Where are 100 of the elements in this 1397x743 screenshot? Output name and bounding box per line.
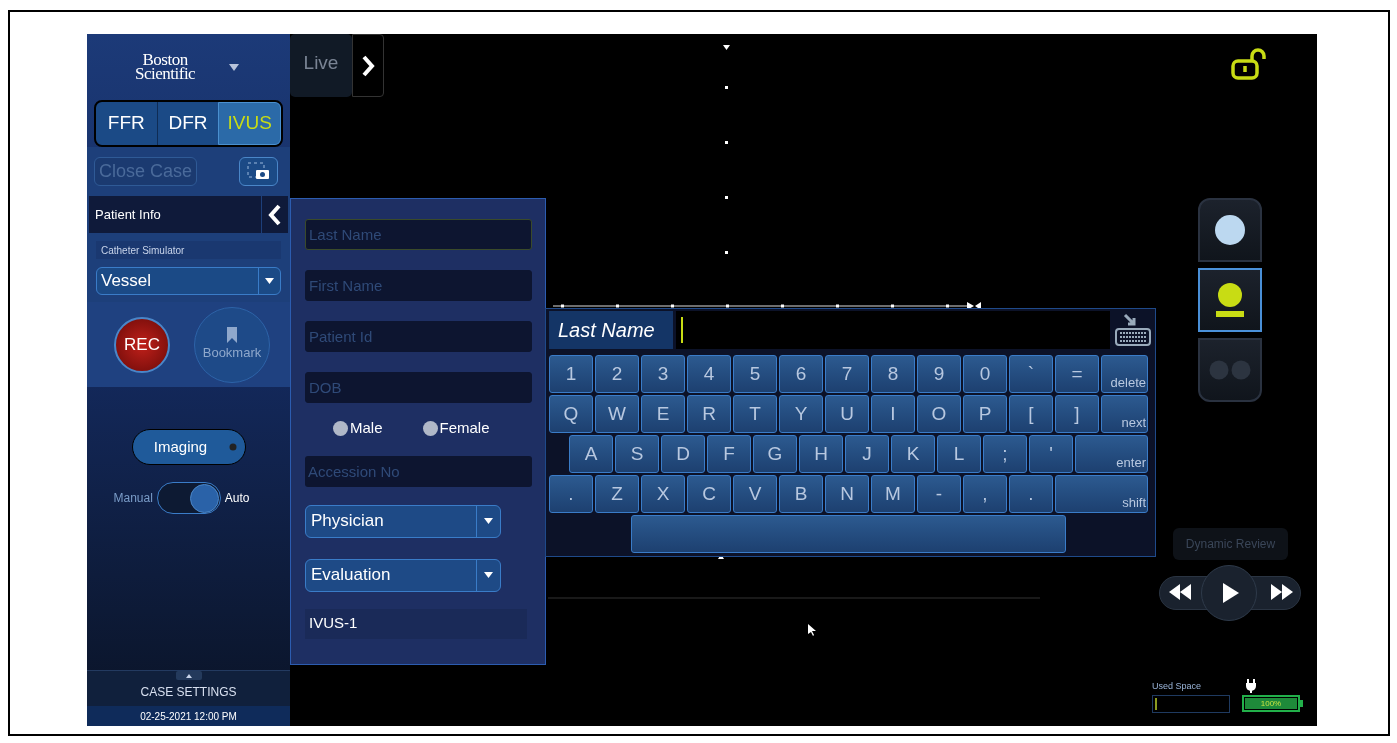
keyboard-key[interactable]: J [845,435,889,473]
field-label: Catheter Simulator [96,241,281,259]
rewind-button[interactable] [1169,584,1191,600]
dropdown[interactable]: Physician [305,504,501,538]
chevron-left-icon [268,203,282,226]
indicator-icon [229,443,238,451]
keyboard-key[interactable]: 8 [871,355,915,393]
collapse-button[interactable] [261,196,288,233]
keyboard-key[interactable]: F [707,435,751,473]
view-mode-button[interactable] [1198,198,1262,262]
mouse-pointer-icon [808,624,816,636]
keyboard-key[interactable]: S [615,435,659,473]
date-time: 02-25-2021 12:00 PM [87,706,290,726]
dropdown[interactable]: Evaluation [305,558,501,592]
keyboard-key[interactable]: Q [549,395,593,433]
keyboard-key[interactable]: A [569,435,613,473]
screenshot-button[interactable] [239,156,278,186]
keyboard-key[interactable]: C [687,475,731,513]
keyboard-key[interactable]: 0 [963,355,1007,393]
keyboard-key[interactable]: G [753,435,797,473]
keyboard-key[interactable]: 7 [825,355,869,393]
keyboard-key[interactable]: , [963,475,1007,513]
radio-option[interactable]: Female [422,417,490,440]
next-button[interactable] [352,34,384,97]
keyboard-key[interactable]: R [687,395,731,433]
catheter-dropdown[interactable]: Vessel [96,267,281,295]
mode-tab[interactable]: FFR [96,102,157,145]
brand-logo: Boston Scientific [135,53,196,81]
camera-icon [246,162,271,180]
dropdown-caret-icon[interactable] [229,63,240,71]
switch-label: Manual [113,490,153,507]
storage-label: Used Space [1152,680,1203,693]
switch-label: Auto [224,490,250,507]
keyboard-key[interactable]: . [1009,475,1053,513]
keyboard-key[interactable]: ; [983,435,1027,473]
live-tab[interactable]: Live [290,34,352,97]
keyboard-key[interactable]: V [733,475,777,513]
text-input-field[interactable]: First Name [305,270,532,301]
keyboard-key[interactable]: - [917,475,961,513]
keyboard-key[interactable]: ' [1029,435,1073,473]
imaging-button[interactable]: Imaging [131,429,246,465]
keyboard-key[interactable]: K [891,435,935,473]
mode-tab[interactable]: IVUS [218,102,281,145]
radio-option[interactable]: Male [333,417,383,440]
play-button[interactable] [1201,565,1257,621]
keyboard-key[interactable]: Z [595,475,639,513]
text-input-field[interactable]: Accession No [305,455,532,487]
keyboard-key[interactable]: delete [1101,355,1148,393]
study-name-field: IVUS-1 [305,608,527,639]
mode-switch[interactable] [156,482,221,514]
caret-icon [484,518,493,524]
bookmark-icon [227,326,237,343]
battery-reading: 100% [1259,697,1283,710]
keyboard-key[interactable]: D [661,435,705,473]
keyboard-key[interactable]: B [779,475,823,513]
keyboard-key[interactable]: 4 [687,355,731,393]
keyboard-key[interactable]: U [825,395,869,433]
keyboard-key[interactable]: [ [1009,395,1053,433]
expand-handle-icon[interactable] [175,671,202,680]
keyboard-key[interactable]: 9 [917,355,961,393]
keyboard-key[interactable]: N [825,475,869,513]
space-bar[interactable] [631,515,1066,553]
field-label: Last Name [549,311,673,349]
keyboard-key[interactable]: ] [1055,395,1099,433]
keyboard-key[interactable]: O [917,395,961,433]
keyboard-key[interactable]: 1 [549,355,593,393]
keyboard-key[interactable]: L [937,435,981,473]
text-input-field[interactable]: DOB [305,372,532,403]
keyboard-key[interactable]: I [871,395,915,433]
keyboard-key[interactable]: 5 [733,355,777,393]
keyboard-key[interactable]: . [549,475,593,513]
caret-icon [265,278,274,284]
keyboard-key[interactable]: enter [1075,435,1148,473]
keyboard-key[interactable]: 3 [641,355,685,393]
keyboard-key[interactable]: T [733,395,777,433]
bookmark-button[interactable]: Bookmark [194,306,270,383]
keyboard-key[interactable]: H [799,435,843,473]
keyboard-key[interactable]: X [641,475,685,513]
keyboard-key[interactable]: P [963,395,1007,433]
keyboard-key[interactable]: = [1055,355,1099,393]
keyboard-key[interactable]: Y [779,395,823,433]
keyboard-key[interactable]: 2 [595,355,639,393]
view-mode-button[interactable] [1198,268,1262,332]
keyboard-key[interactable]: shift [1055,475,1148,513]
keyboard-key[interactable]: next [1101,395,1148,433]
keyboard-key[interactable]: E [641,395,685,433]
keyboard-key[interactable]: W [595,395,639,433]
circle-icon [1214,214,1246,246]
keyboard-hide-icon[interactable] [1113,311,1153,347]
keyboard-key[interactable]: M [871,475,915,513]
text-input-field[interactable]: Last Name [305,219,532,250]
keyboard-key[interactable]: 6 [779,355,823,393]
unlocked-padlock-icon[interactable] [1231,48,1269,81]
record-button[interactable]: REC [114,316,170,373]
fast-forward-button[interactable] [1271,584,1293,600]
text-input-field[interactable]: Patient Id [305,321,532,352]
rewind-icon [1169,584,1191,600]
chevron-right-icon [361,53,375,78]
keyboard-input-field[interactable] [676,311,1110,349]
keyboard-key[interactable]: ` [1009,355,1053,393]
